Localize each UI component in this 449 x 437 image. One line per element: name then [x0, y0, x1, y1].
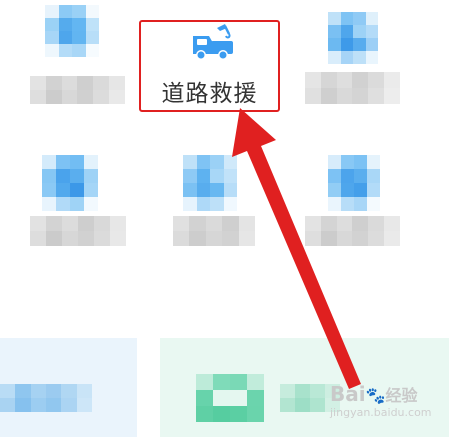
baidu-jingyan-watermark: Bai🐾经验 jingyan.baidu.com: [330, 382, 432, 419]
annotation-arrow: [232, 108, 361, 389]
